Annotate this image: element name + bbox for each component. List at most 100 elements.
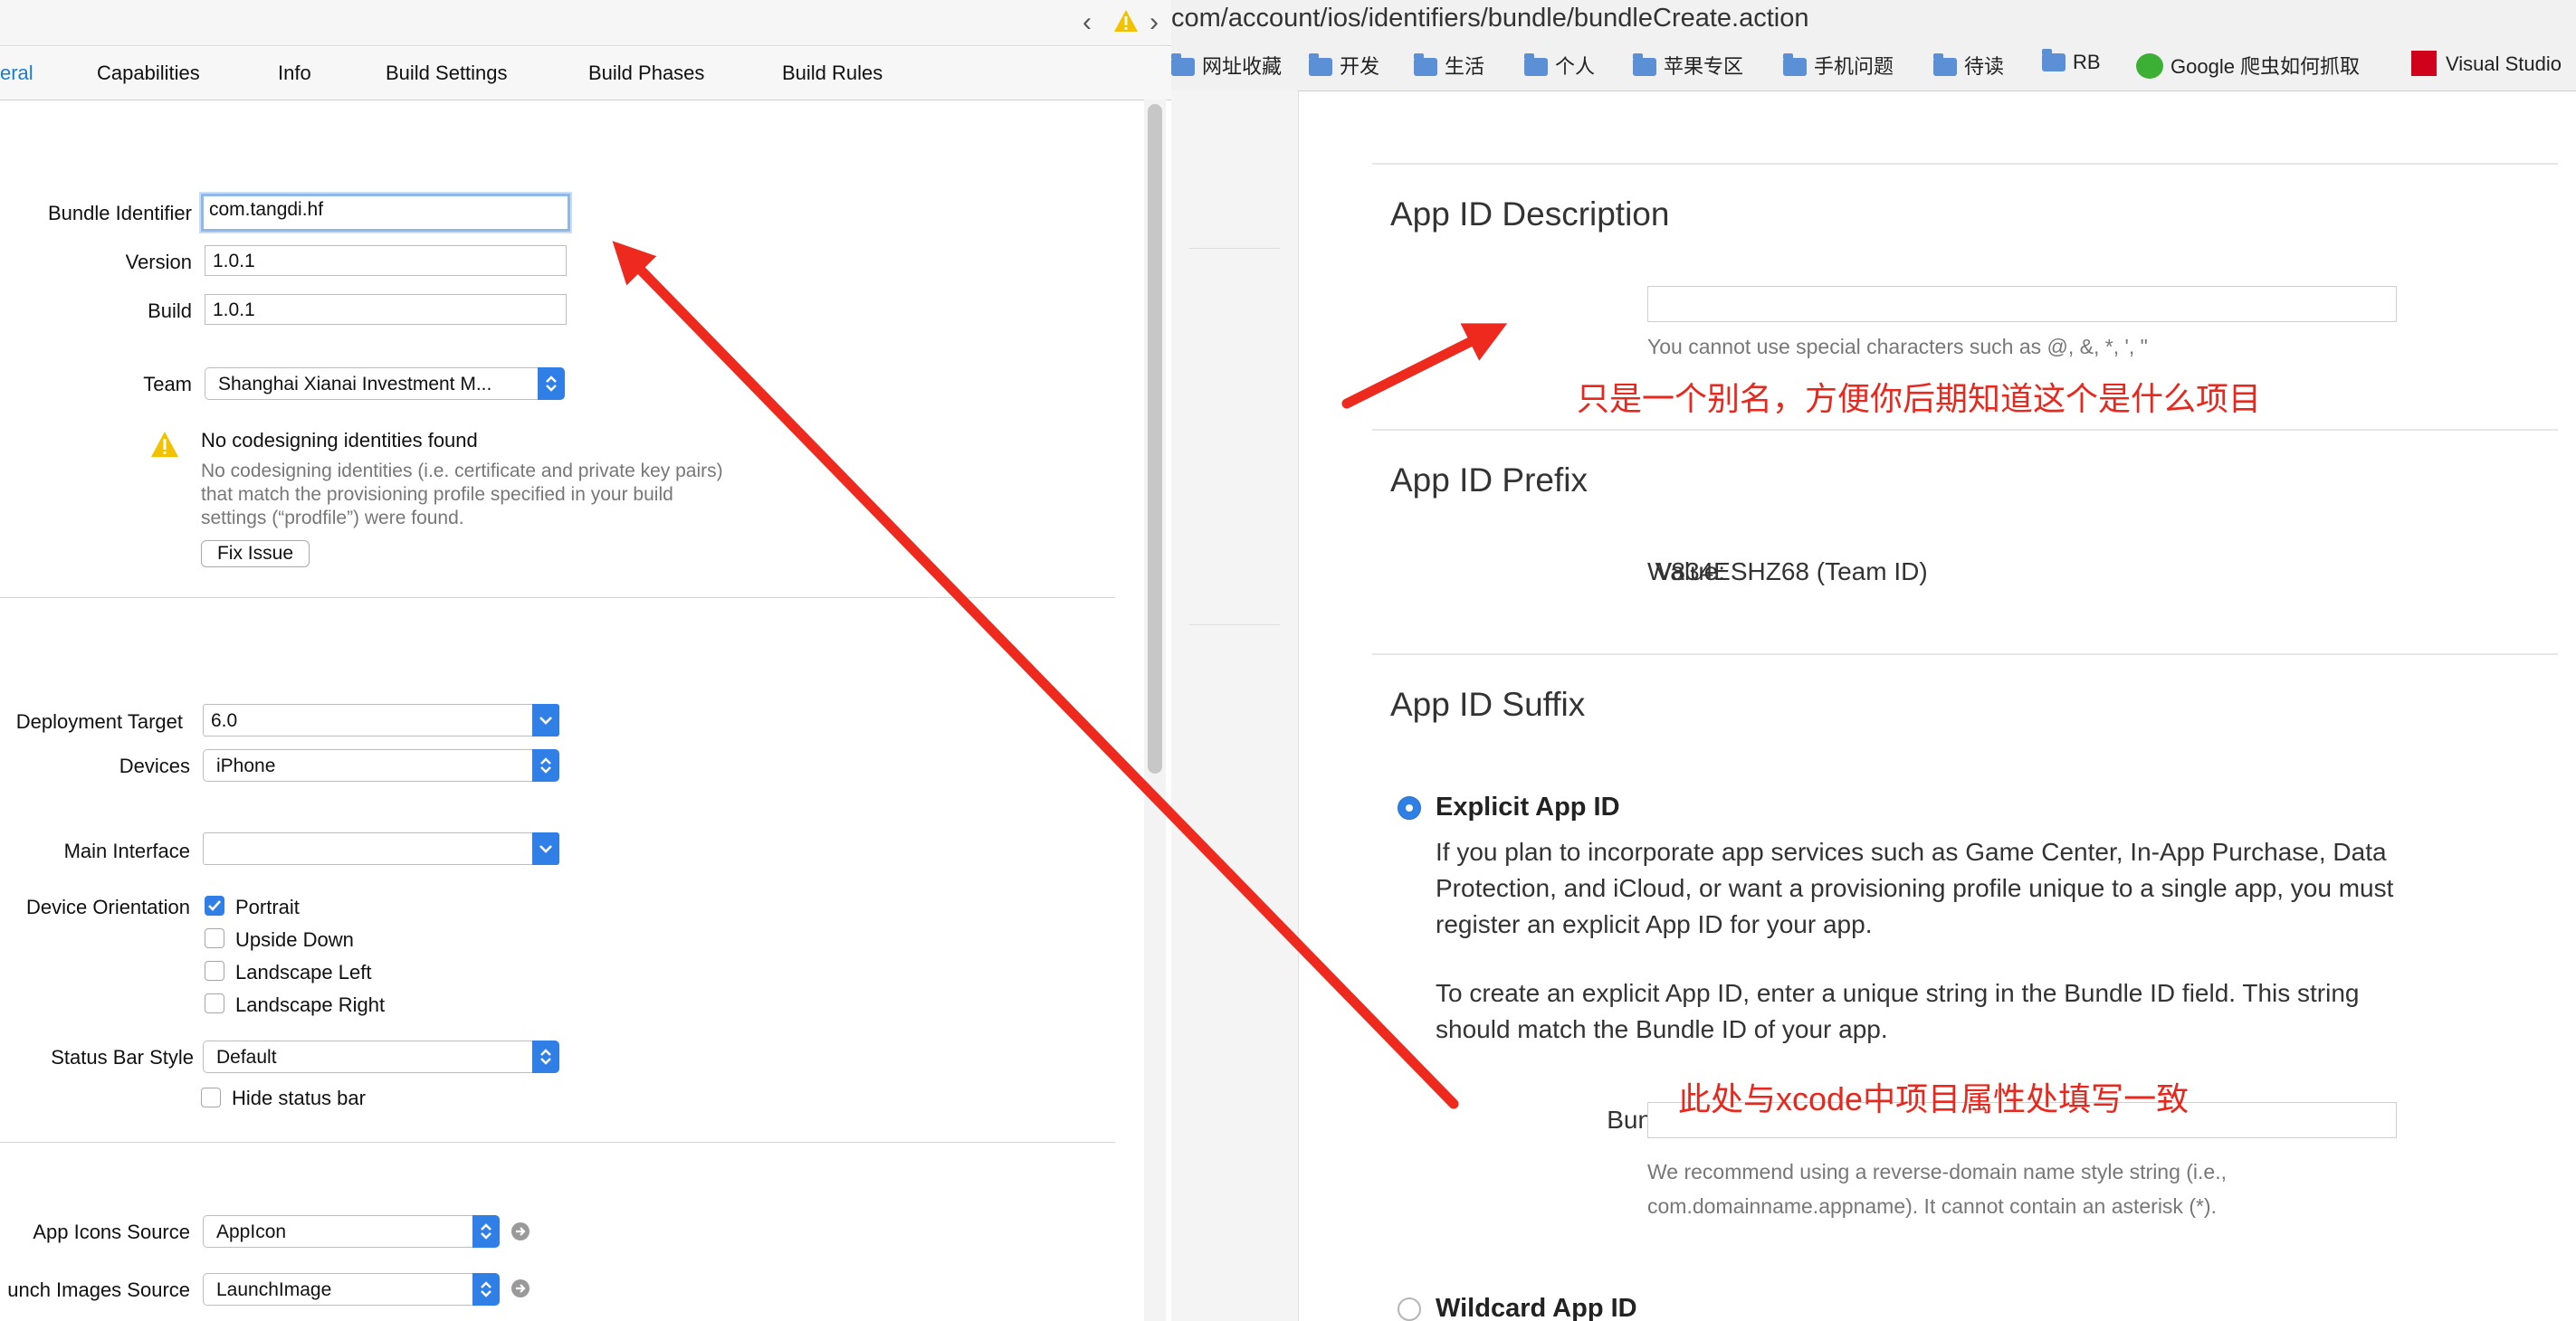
- upside-down-label: Upside Down: [235, 928, 354, 951]
- tab-info[interactable]: Info: [278, 62, 311, 85]
- folder-icon: [1171, 53, 1195, 76]
- devices-value: iPhone: [216, 756, 276, 776]
- select-stepper-icon: [532, 749, 559, 782]
- select-stepper-icon: [538, 367, 565, 400]
- deployment-target-select[interactable]: 6.0: [203, 704, 559, 737]
- bookmark-folder[interactable]: 手机问题: [1783, 51, 1894, 80]
- chevron-down-icon: [532, 704, 559, 737]
- portrait-label: Portrait: [235, 896, 300, 918]
- folder-icon: [1309, 53, 1332, 76]
- fix-issue-button[interactable]: Fix Issue: [201, 540, 310, 567]
- xcode-toolbar: ‹ ›: [0, 0, 1171, 46]
- explicit-app-id-radio[interactable]: [1398, 796, 1421, 820]
- wechat-icon: [2136, 53, 2163, 79]
- bookmark-folder[interactable]: 开发: [1309, 51, 1379, 80]
- launch-images-source-select[interactable]: LaunchImage: [203, 1273, 500, 1306]
- alias-annotation: 只是一个别名，方便你后期知道这个是什么项目: [1577, 380, 2262, 417]
- build-field[interactable]: 1.0.1: [205, 294, 567, 325]
- bookmark-label: Google 爬虫如何抓取: [2171, 55, 2361, 78]
- version-label: Version: [125, 251, 192, 273]
- tab-build-settings[interactable]: Build Settings: [386, 62, 508, 85]
- landscape-left-checkbox[interactable]: [205, 961, 224, 981]
- visual-studio-icon: [2411, 51, 2437, 76]
- app-icons-source-label: App Icons Source: [33, 1221, 190, 1243]
- status-bar-style-label: Status Bar Style: [51, 1046, 194, 1069]
- portrait-checkbox[interactable]: [205, 896, 224, 916]
- bookmark-link[interactable]: Google 爬虫如何抓取: [2136, 51, 2360, 80]
- chevron-down-icon: [532, 832, 559, 865]
- team-id-value: W834ESHZ68 (Team ID): [1647, 557, 1928, 585]
- main-interface-select[interactable]: [203, 832, 559, 865]
- codesign-warning-line-1: No codesigning identities (i.e. certific…: [201, 461, 723, 481]
- launch-images-source-label: unch Images Source: [7, 1278, 190, 1301]
- tab-general[interactable]: eral: [0, 62, 33, 85]
- explicit-description-line-3: register an explicit App ID for your app…: [1436, 910, 1873, 938]
- go-arrow-icon[interactable]: [510, 1221, 530, 1246]
- explicit-description-line-1: If you plan to incorporate app services …: [1436, 838, 2387, 866]
- explicit-instruction-line-1: To create an explicit App ID, enter a un…: [1436, 979, 2360, 1007]
- app-id-description-heading: App ID Description: [1390, 195, 1670, 233]
- landscape-left-label: Landscape Left: [235, 961, 372, 984]
- tab-build-phases[interactable]: Build Phases: [588, 62, 704, 85]
- team-select[interactable]: Shanghai Xianai Investment M...: [205, 367, 565, 400]
- wildcard-app-id-radio[interactable]: [1398, 1297, 1421, 1321]
- bookmark-label: 网址收藏: [1202, 55, 1283, 78]
- nav-divider: [1189, 624, 1280, 625]
- main-interface-label: Main Interface: [63, 840, 190, 862]
- bookmarks-bar: 网址收藏 开发 生活 个人 苹果专区 手机问题 待读 RB Google 爬虫如…: [1171, 40, 2576, 91]
- bundle-id-annotation: 此处与xcode中项目属性处填写一致: [1678, 1080, 2190, 1117]
- app-icons-source-value: AppIcon: [216, 1221, 287, 1242]
- tab-capabilities[interactable]: Capabilities: [97, 62, 200, 85]
- explicit-app-id-label[interactable]: Explicit App ID: [1436, 793, 1620, 822]
- devices-select[interactable]: iPhone: [203, 749, 559, 782]
- explicit-instruction-line-2: should match the Bundle ID of your app.: [1436, 1015, 1888, 1043]
- warning-icon[interactable]: [1113, 9, 1139, 37]
- bookmark-link[interactable]: Visual Studio: [2411, 51, 2562, 76]
- bookmark-folder[interactable]: 网址收藏: [1171, 51, 1282, 80]
- bookmark-folder[interactable]: 个人: [1524, 51, 1595, 80]
- folder-icon: [1414, 53, 1437, 76]
- back-chevron-icon[interactable]: ‹: [1083, 7, 1092, 38]
- app-icons-source-select[interactable]: AppIcon: [203, 1215, 500, 1248]
- landscape-right-checkbox[interactable]: [205, 993, 224, 1013]
- devices-label: Devices: [119, 755, 190, 777]
- bookmark-label: 生活: [1445, 55, 1485, 78]
- address-bar[interactable]: com/account/ios/identifiers/bundle/bundl…: [1171, 0, 2576, 40]
- select-stepper-icon: [472, 1215, 500, 1248]
- bookmark-folder[interactable]: RB: [2042, 49, 2101, 74]
- bookmark-folder[interactable]: 苹果专区: [1633, 51, 1743, 80]
- status-bar-style-select[interactable]: Default: [203, 1041, 559, 1073]
- tab-build-rules[interactable]: Build Rules: [782, 62, 883, 85]
- name-input[interactable]: [1647, 286, 2397, 322]
- section-divider: [1372, 653, 2558, 655]
- bundle-identifier-field[interactable]: com.tangdi.hf: [201, 194, 570, 232]
- bundle-id-hint-line-1: We recommend using a reverse-domain name…: [1647, 1160, 2228, 1183]
- browser-window: com/account/ios/identifiers/bundle/bundl…: [1171, 0, 2576, 1321]
- folder-icon: [1783, 53, 1807, 76]
- codesign-warning-line-2: that match the provisioning profile spec…: [201, 484, 673, 505]
- status-bar-style-value: Default: [216, 1047, 277, 1068]
- bookmark-folder[interactable]: 待读: [1933, 51, 2004, 80]
- bookmark-label: 待读: [1964, 55, 2005, 78]
- bookmark-folder[interactable]: 生活: [1414, 51, 1484, 80]
- url-text[interactable]: com/account/ios/identifiers/bundle/bundl…: [1171, 4, 1808, 33]
- deployment-target-value: 6.0: [211, 710, 238, 731]
- bookmark-label: 手机问题: [1814, 55, 1894, 78]
- codesign-warning-line-3: settings (“prodfile”) were found.: [201, 508, 464, 528]
- bookmark-label: 开发: [1340, 55, 1380, 78]
- forward-chevron-icon[interactable]: ›: [1150, 7, 1159, 38]
- folder-icon: [1633, 53, 1656, 76]
- team-label: Team: [143, 373, 192, 395]
- hide-status-bar-checkbox[interactable]: [201, 1088, 221, 1107]
- version-field[interactable]: 1.0.1: [205, 245, 567, 276]
- wildcard-app-id-label[interactable]: Wildcard App ID: [1436, 1294, 1637, 1321]
- go-arrow-icon[interactable]: [510, 1278, 530, 1303]
- device-orientation-label: Device Orientation: [26, 896, 190, 918]
- select-stepper-icon: [472, 1273, 500, 1306]
- build-label: Build: [148, 299, 192, 322]
- scrollbar-thumb[interactable]: [1148, 104, 1162, 774]
- folder-icon: [1524, 53, 1548, 76]
- codesign-warning-icon: [150, 431, 179, 462]
- upside-down-checkbox[interactable]: [205, 928, 224, 948]
- section-divider: [0, 1142, 1115, 1143]
